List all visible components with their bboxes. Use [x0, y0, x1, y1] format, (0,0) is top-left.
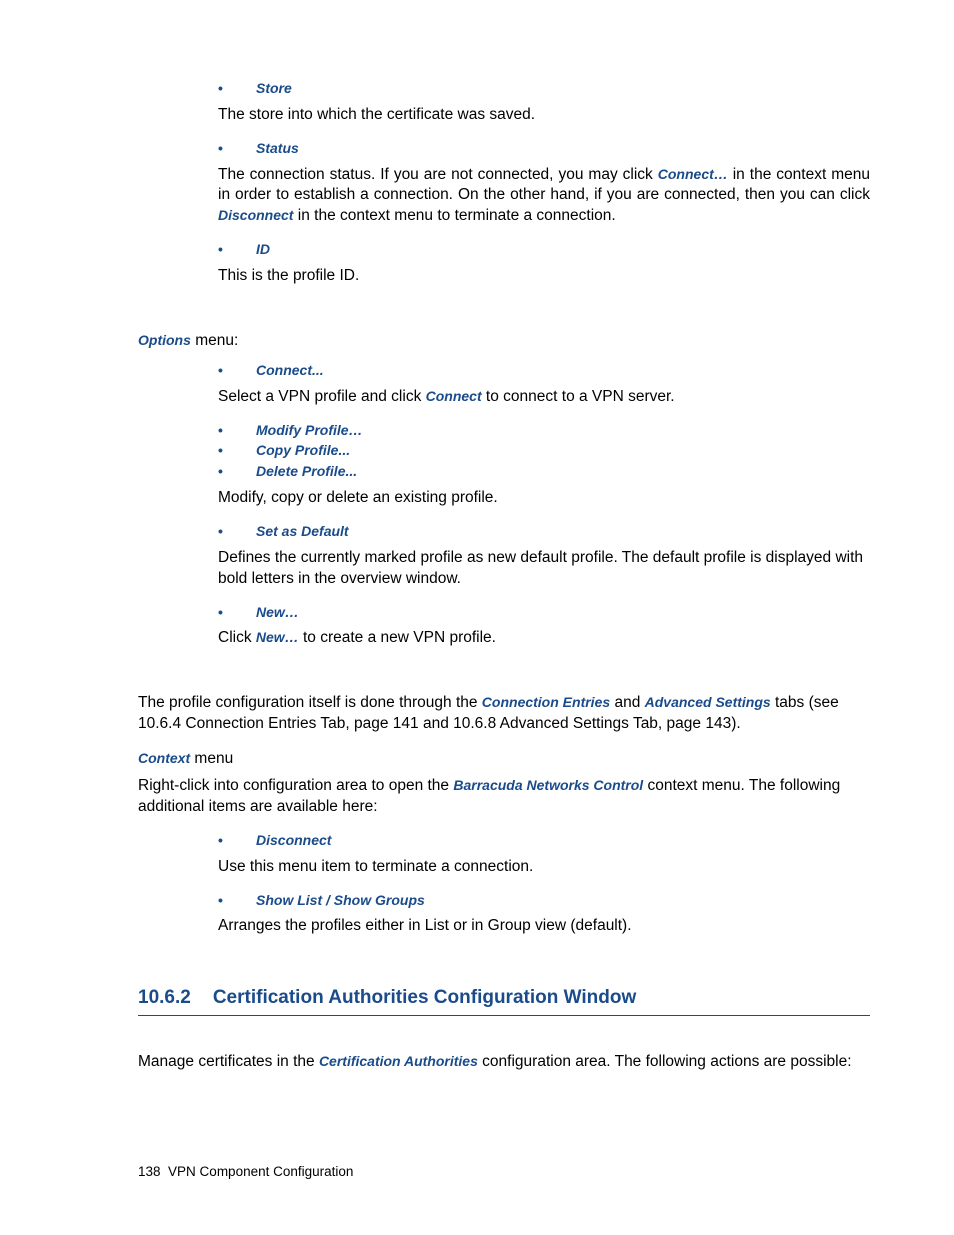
- bullet-icon: •: [218, 832, 256, 849]
- cert-auth-term: Certification Authorities: [319, 1053, 478, 1069]
- bullet-icon: •: [218, 422, 256, 439]
- bullet-icon: •: [218, 241, 256, 258]
- bullet-icon: •: [218, 604, 256, 621]
- barracuda-term: Barracuda Networks Control: [453, 777, 643, 793]
- tabs-text-1: The profile configuration itself is done…: [138, 694, 482, 711]
- connect-inline-term: Connect: [426, 388, 482, 404]
- page-content: • Store The store into which the certifi…: [138, 80, 870, 1087]
- context-description: Right-click into configuration area to o…: [138, 776, 870, 818]
- connect-text-2: to connect to a VPN server.: [482, 388, 675, 405]
- bullet-icon: •: [218, 362, 256, 379]
- adv-settings-term: Advanced Settings: [645, 694, 771, 710]
- bullet-status: • Status: [218, 140, 870, 157]
- bullet-id: • ID: [218, 241, 870, 258]
- delete-label: Delete Profile...: [256, 463, 357, 480]
- context-term: Context: [138, 750, 190, 766]
- cert-text-1: Manage certificates in the: [138, 1053, 319, 1070]
- bullet-copy: • Copy Profile...: [218, 442, 870, 459]
- bullet-delete: • Delete Profile...: [218, 463, 870, 480]
- page-footer: 138 VPN Component Configuration: [138, 1164, 353, 1179]
- connect-label: Connect...: [256, 362, 324, 379]
- bullet-show: • Show List / Show Groups: [218, 892, 870, 909]
- conn-entries-term: Connection Entries: [482, 694, 610, 710]
- id-block: • ID This is the profile ID.: [218, 241, 870, 287]
- section-number: 10.6.2: [138, 987, 191, 1009]
- disconnect-term: Disconnect: [218, 207, 293, 223]
- connect-description: Select a VPN profile and click Connect t…: [218, 387, 870, 408]
- page-number: 138: [138, 1164, 161, 1179]
- context-menu-heading: Context menu: [138, 749, 870, 770]
- connect-text-1: Select a VPN profile and click: [218, 388, 426, 405]
- bullet-connect: • Connect...: [218, 362, 870, 379]
- options-term: Options: [138, 332, 191, 348]
- show-block: • Show List / Show Groups Arranges the p…: [218, 892, 870, 938]
- cert-description: Manage certificates in the Certification…: [138, 1052, 870, 1073]
- section-heading: 10.6.2 Certification Authorities Configu…: [138, 987, 870, 1016]
- default-description: Defines the currently marked profile as …: [218, 548, 870, 590]
- bullet-icon: •: [218, 80, 256, 97]
- store-description: The store into which the certificate was…: [218, 105, 870, 126]
- id-description: This is the profile ID.: [218, 266, 870, 287]
- bullet-icon: •: [218, 892, 256, 909]
- options-menu-heading: Options menu:: [138, 331, 870, 352]
- tabs-text-2: and: [610, 694, 644, 711]
- show-label: Show List / Show Groups: [256, 892, 425, 909]
- status-description: The connection status. If you are not co…: [218, 165, 870, 228]
- status-label: Status: [256, 140, 299, 157]
- disconnect-description: Use this menu item to terminate a connec…: [218, 857, 870, 878]
- bullet-modify: • Modify Profile…: [218, 422, 870, 439]
- options-suffix: menu:: [191, 332, 238, 349]
- bullet-disconnect: • Disconnect: [218, 832, 870, 849]
- status-block: • Status The connection status. If you a…: [218, 140, 870, 228]
- connect-term: Connect…: [658, 166, 728, 182]
- profile-ops-description: Modify, copy or delete an existing profi…: [218, 488, 870, 509]
- context-suffix: menu: [190, 750, 233, 767]
- id-label: ID: [256, 241, 270, 258]
- profile-ops-block: • Modify Profile… • Copy Profile... • De…: [218, 422, 870, 509]
- cert-text-2: configuration area. The following action…: [478, 1053, 852, 1070]
- context-text-1: Right-click into configuration area to o…: [138, 777, 453, 794]
- footer-section: VPN Component Configuration: [168, 1164, 353, 1179]
- store-label: Store: [256, 80, 292, 97]
- connect-block: • Connect... Select a VPN profile and cl…: [218, 362, 870, 408]
- bullet-icon: •: [218, 463, 256, 480]
- copy-label: Copy Profile...: [256, 442, 350, 459]
- bullet-icon: •: [218, 523, 256, 540]
- bullet-store: • Store: [218, 80, 870, 97]
- bullet-new: • New…: [218, 604, 870, 621]
- default-label: Set as Default: [256, 523, 349, 540]
- bullet-icon: •: [218, 442, 256, 459]
- default-block: • Set as Default Defines the currently m…: [218, 523, 870, 590]
- store-block: • Store The store into which the certifi…: [218, 80, 870, 126]
- section-title: Certification Authorities Configuration …: [213, 987, 636, 1009]
- new-description: Click New… to create a new VPN profile.: [218, 628, 870, 649]
- new-text-2: to create a new VPN profile.: [299, 629, 496, 646]
- bullet-default: • Set as Default: [218, 523, 870, 540]
- new-text-1: Click: [218, 629, 256, 646]
- new-block: • New… Click New… to create a new VPN pr…: [218, 604, 870, 650]
- show-description: Arranges the profiles either in List or …: [218, 916, 870, 937]
- new-inline-term: New…: [256, 629, 299, 645]
- disconnect-label: Disconnect: [256, 832, 331, 849]
- status-text-3: in the context menu to terminate a conne…: [293, 207, 615, 224]
- status-text-1: The connection status. If you are not co…: [218, 166, 658, 183]
- bullet-icon: •: [218, 140, 256, 157]
- modify-label: Modify Profile…: [256, 422, 363, 439]
- disconnect-block: • Disconnect Use this menu item to termi…: [218, 832, 870, 878]
- tabs-paragraph: The profile configuration itself is done…: [138, 693, 870, 735]
- new-label: New…: [256, 604, 299, 621]
